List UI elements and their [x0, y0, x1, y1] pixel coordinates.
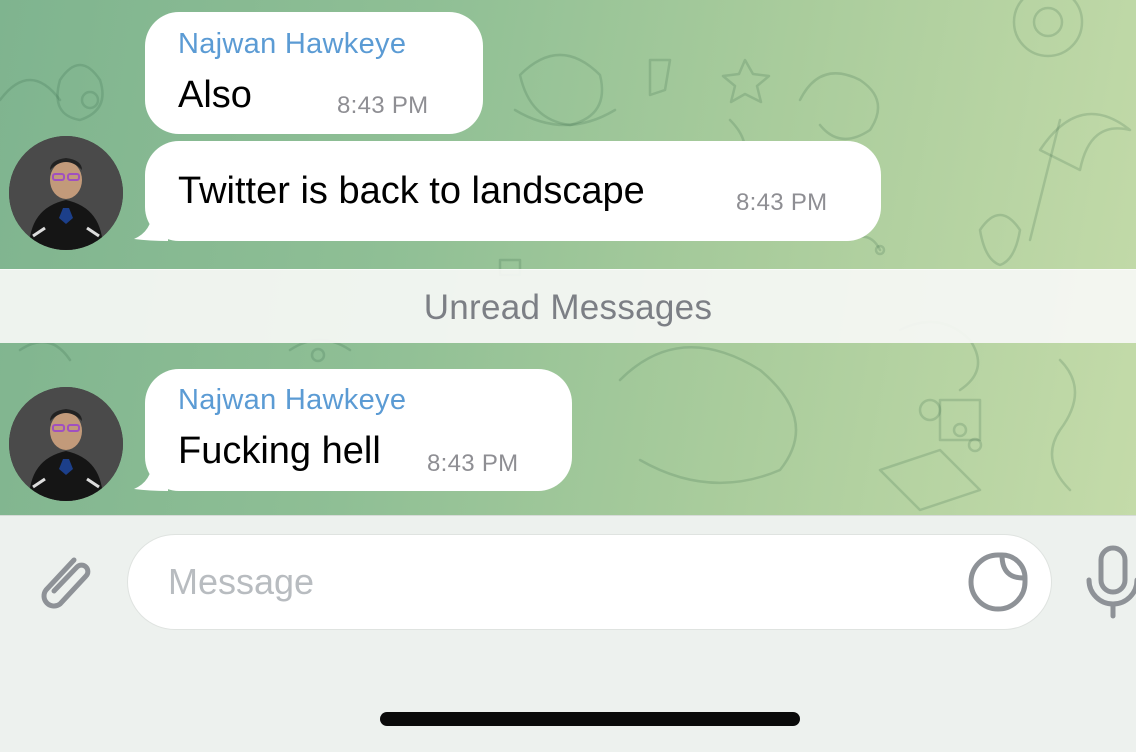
avatar[interactable]: [9, 136, 123, 250]
message-placeholder: Message: [168, 561, 315, 602]
avatar-photo-icon: [9, 136, 123, 250]
message-time: 8:43 PM: [736, 189, 828, 216]
message-text: Also: [178, 74, 252, 116]
sender-name[interactable]: Najwan Hawkeye: [178, 384, 406, 417]
microphone-icon[interactable]: [1083, 542, 1136, 622]
unread-messages-label: Unread Messages: [423, 288, 713, 327]
avatar[interactable]: [9, 387, 123, 501]
message-input[interactable]: Message: [127, 534, 1052, 630]
bubble-tail: [134, 211, 168, 241]
sender-name[interactable]: Najwan Hawkeye: [178, 28, 406, 61]
sticker-icon[interactable]: [966, 550, 1030, 614]
bubble-tail: [134, 461, 168, 491]
avatar-photo-icon: [9, 387, 123, 501]
message-time: 8:43 PM: [337, 92, 429, 119]
unread-messages-divider: Unread Messages: [0, 269, 1136, 343]
message-text: Fucking hell: [178, 430, 381, 472]
home-indicator[interactable]: [380, 712, 800, 726]
paperclip-icon[interactable]: [30, 546, 100, 616]
message-time: 8:43 PM: [427, 450, 519, 477]
message-text: Twitter is back to landscape: [178, 170, 645, 212]
